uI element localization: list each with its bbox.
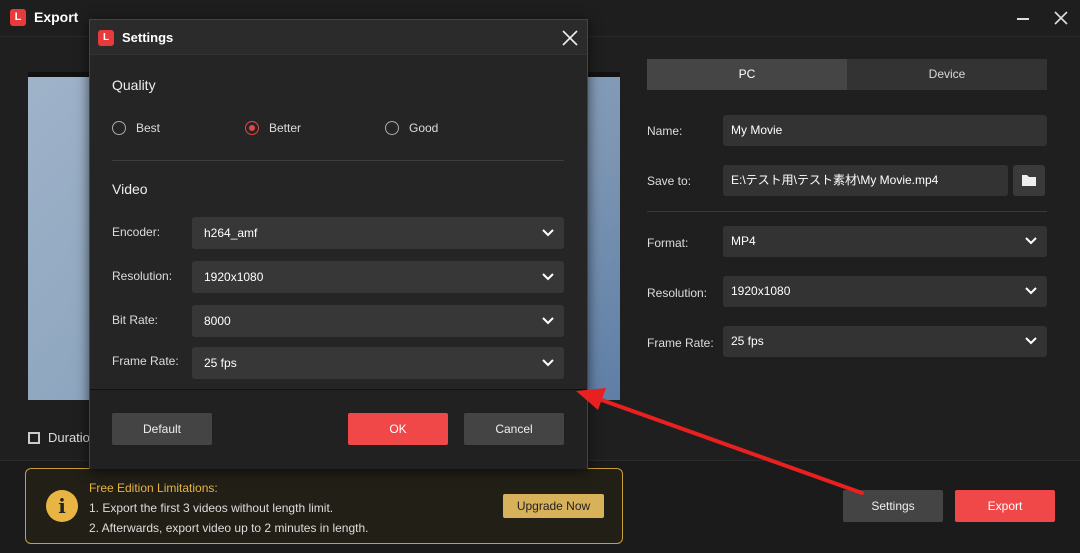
- dialog-resolution-label: Resolution:: [112, 269, 173, 283]
- tab-device[interactable]: Device: [847, 59, 1047, 90]
- cancel-button[interactable]: Cancel: [464, 413, 564, 445]
- limitation-line-1: 1. Export the first 3 videos without len…: [89, 501, 334, 515]
- quality-heading: Quality: [112, 77, 156, 93]
- dialog-frame-rate-label: Frame Rate:: [112, 354, 179, 368]
- folder-icon: [1022, 175, 1036, 186]
- encoder-label: Encoder:: [112, 225, 161, 239]
- quality-option-label: Best: [136, 121, 161, 135]
- dialog-frame-rate-select[interactable]: 25 fps: [192, 347, 564, 379]
- duration-row: Duratio: [28, 430, 90, 445]
- quality-option-best[interactable]: Best: [112, 121, 160, 135]
- radio-icon: [385, 121, 399, 135]
- dialog-frame-rate-value: 25 fps: [204, 356, 237, 370]
- settings-button[interactable]: Settings: [843, 490, 943, 522]
- save-path-input[interactable]: E:\テスト用\テスト素材\My Movie.mp4: [723, 165, 1008, 196]
- encoder-select[interactable]: h264_amf: [192, 217, 564, 249]
- dialog-divider: [112, 160, 564, 161]
- quality-option-label: Better: [269, 121, 302, 135]
- limitations-box: i Free Edition Limitations: 1. Export th…: [25, 468, 623, 544]
- name-label: Name:: [647, 124, 683, 138]
- upgrade-now-button[interactable]: Upgrade Now: [503, 494, 604, 518]
- dialog-resolution-select[interactable]: 1920x1080: [192, 261, 564, 293]
- tab-pc[interactable]: PC: [647, 59, 847, 90]
- info-icon: i: [46, 490, 78, 522]
- export-button[interactable]: Export: [955, 490, 1055, 522]
- minimize-button[interactable]: [1010, 6, 1036, 30]
- resolution-value: 1920x1080: [731, 284, 791, 298]
- right-divider: [647, 211, 1047, 212]
- close-icon: [562, 30, 578, 46]
- quality-option-label: Good: [409, 121, 439, 135]
- app-logo-icon: L: [10, 9, 26, 26]
- quality-option-better[interactable]: Better: [245, 121, 301, 135]
- dialog-title: Settings: [122, 30, 174, 45]
- duration-label: Duratio: [48, 430, 90, 445]
- frame-rate-value: 25 fps: [731, 334, 764, 348]
- save-to-label: Save to:: [647, 174, 692, 188]
- chevron-down-icon: [542, 229, 554, 237]
- browse-folder-button[interactable]: [1013, 165, 1045, 196]
- ok-button[interactable]: OK: [348, 413, 448, 445]
- encoder-value: h264_amf: [204, 226, 258, 240]
- format-label: Format:: [647, 236, 689, 250]
- resolution-label: Resolution:: [647, 286, 708, 300]
- bit-rate-label: Bit Rate:: [112, 313, 159, 327]
- app-logo-icon: L: [98, 30, 114, 46]
- frame-rate-select[interactable]: 25 fps: [723, 326, 1047, 357]
- radio-icon: [112, 121, 126, 135]
- close-icon: [1054, 11, 1068, 25]
- format-value: MP4: [731, 234, 756, 248]
- bit-rate-value: 8000: [204, 314, 231, 328]
- film-icon: [28, 432, 40, 444]
- limitation-line-2: 2. Afterwards, export video up to 2 minu…: [89, 521, 369, 535]
- target-tabs: PC Device: [647, 59, 1047, 90]
- default-button[interactable]: Default: [112, 413, 212, 445]
- window-title: Export: [34, 9, 79, 25]
- resolution-select[interactable]: 1920x1080: [723, 276, 1047, 307]
- settings-dialog: L Settings Quality Best Better Good Vide…: [89, 19, 588, 469]
- dialog-footer: Default OK Cancel: [90, 389, 587, 469]
- quality-option-good[interactable]: Good: [385, 121, 438, 135]
- format-select[interactable]: MP4: [723, 226, 1047, 257]
- chevron-down-icon: [542, 317, 554, 325]
- video-heading: Video: [112, 181, 148, 197]
- radio-checked-icon: [245, 121, 259, 135]
- window-close-button[interactable]: [1048, 6, 1074, 30]
- chevron-down-icon: [542, 359, 554, 367]
- dialog-resolution-value: 1920x1080: [204, 270, 264, 284]
- chevron-down-icon: [1025, 337, 1037, 345]
- dialog-titlebar: L Settings: [90, 20, 587, 55]
- limitations-title: Free Edition Limitations:: [89, 481, 218, 495]
- name-input[interactable]: My Movie: [723, 115, 1047, 146]
- chevron-down-icon: [1025, 237, 1037, 245]
- bit-rate-select[interactable]: 8000: [192, 305, 564, 337]
- dialog-close-button[interactable]: [560, 28, 580, 48]
- chevron-down-icon: [1025, 287, 1037, 295]
- frame-rate-label: Frame Rate:: [647, 336, 714, 350]
- chevron-down-icon: [542, 273, 554, 281]
